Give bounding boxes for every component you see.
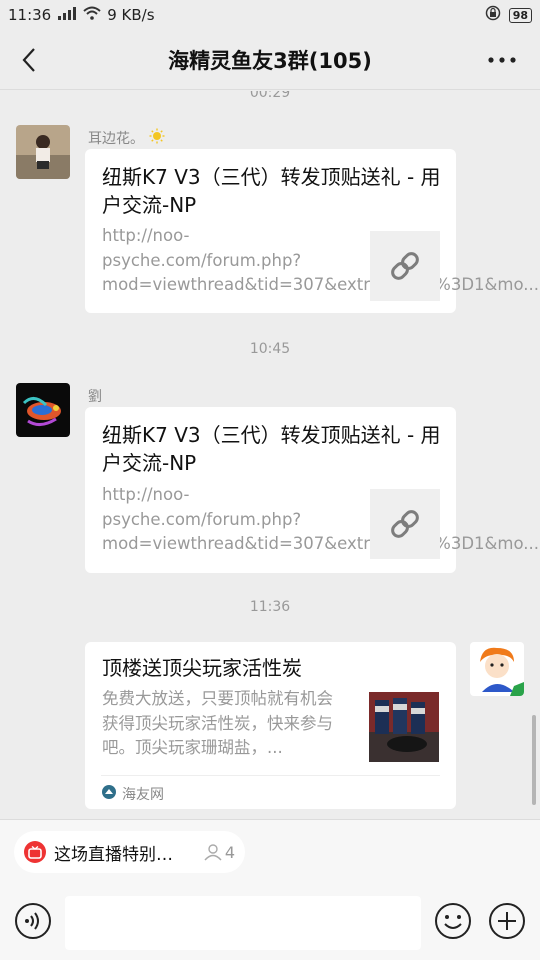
bottom-area: 这场直播特别… 4 bbox=[0, 819, 540, 960]
status-left: 11:36 9 KB/s bbox=[8, 6, 155, 24]
back-icon bbox=[22, 48, 35, 72]
sender-name: 耳边花。 bbox=[88, 128, 165, 148]
card-title: 纽斯K7 V3（三代）转发顶贴送礼 - 用户交流-NP bbox=[102, 165, 441, 217]
source: 海友网 bbox=[102, 784, 164, 804]
timestamp: 11:36 bbox=[249, 599, 291, 615]
sender-name-text: 耳边花。 bbox=[88, 131, 144, 147]
chat-area[interactable]: 00:29 耳边花。 纽斯K7 V3（三代）转发顶贴送礼 - 用户交流-NP h… bbox=[0, 91, 540, 819]
more-button[interactable] bbox=[484, 44, 520, 76]
timestamp: 00:29 bbox=[249, 91, 291, 101]
avatar[interactable] bbox=[16, 125, 70, 179]
battery-level: 98 bbox=[508, 7, 532, 23]
source-logo-icon bbox=[102, 785, 116, 803]
title-bar: 海精灵鱼友3群(105) bbox=[0, 30, 540, 90]
voice-icon bbox=[15, 903, 51, 939]
more-icon bbox=[488, 57, 516, 63]
card-description: http://noo-psyche.com/forum.php?mod=view… bbox=[102, 226, 540, 294]
wifi-icon bbox=[83, 6, 101, 24]
status-bar: 11:36 9 KB/s 98 bbox=[0, 0, 540, 30]
network-speed: 9 KB/s bbox=[107, 6, 155, 24]
emoji-icon bbox=[435, 903, 471, 939]
card-description: http://noo-psyche.com/forum.php?mod=view… bbox=[102, 485, 540, 553]
live-tv-icon bbox=[24, 841, 46, 863]
voice-button[interactable] bbox=[14, 902, 52, 940]
link-card[interactable]: 纽斯K7 V3（三代）转发顶贴送礼 - 用户交流-NP http://noo-p… bbox=[85, 407, 540, 573]
link-card[interactable]: 纽斯K7 V3（三代）转发顶贴送礼 - 用户交流-NP http://noo-p… bbox=[85, 149, 540, 313]
avatar[interactable] bbox=[16, 383, 70, 437]
card-title: 顶楼送顶尖玩家活性炭 bbox=[102, 656, 302, 680]
source-name: 海友网 bbox=[122, 787, 164, 803]
more-functions-button[interactable] bbox=[488, 902, 526, 940]
article-card[interactable]: 顶楼送顶尖玩家活性炭 免费大放送，只要顶帖就有机会获得顶尖玩家活性炭，快来参与吧… bbox=[85, 642, 456, 809]
card-title: 纽斯K7 V3（三代）转发顶贴送礼 - 用户交流-NP bbox=[102, 423, 441, 475]
live-text: 这场直播特别… bbox=[54, 844, 173, 865]
emoji-button[interactable] bbox=[434, 902, 472, 940]
viewer-count-text: 4 bbox=[224, 842, 235, 862]
message-input[interactable] bbox=[65, 896, 421, 950]
plus-icon bbox=[489, 903, 525, 939]
scrollbar[interactable] bbox=[532, 715, 536, 805]
link-thumbnail bbox=[370, 231, 440, 301]
link-icon bbox=[391, 252, 419, 280]
sun-icon bbox=[149, 128, 165, 148]
lock-rotation-icon bbox=[485, 5, 501, 25]
link-thumbnail bbox=[370, 489, 440, 559]
back-button[interactable] bbox=[14, 44, 44, 76]
live-banner[interactable]: 这场直播特别… 4 bbox=[14, 831, 245, 873]
divider bbox=[101, 775, 440, 776]
timestamp: 10:45 bbox=[249, 341, 291, 357]
status-right: 98 bbox=[485, 5, 532, 25]
chat-title: 海精灵鱼友3群(105) bbox=[168, 48, 372, 73]
link-icon bbox=[391, 510, 419, 538]
avatar[interactable] bbox=[470, 642, 524, 696]
viewer-count: 4 bbox=[203, 843, 235, 862]
article-thumbnail bbox=[369, 692, 439, 762]
user-icon bbox=[204, 844, 222, 861]
status-time: 11:36 bbox=[8, 6, 52, 24]
signal-icon bbox=[57, 6, 77, 24]
sender-name: 劉 bbox=[88, 389, 102, 405]
card-description: 免费大放送，只要顶帖就有机会获得顶尖玩家活性炭，快来参与吧。顶尖玩家珊瑚盐，..… bbox=[102, 689, 333, 757]
